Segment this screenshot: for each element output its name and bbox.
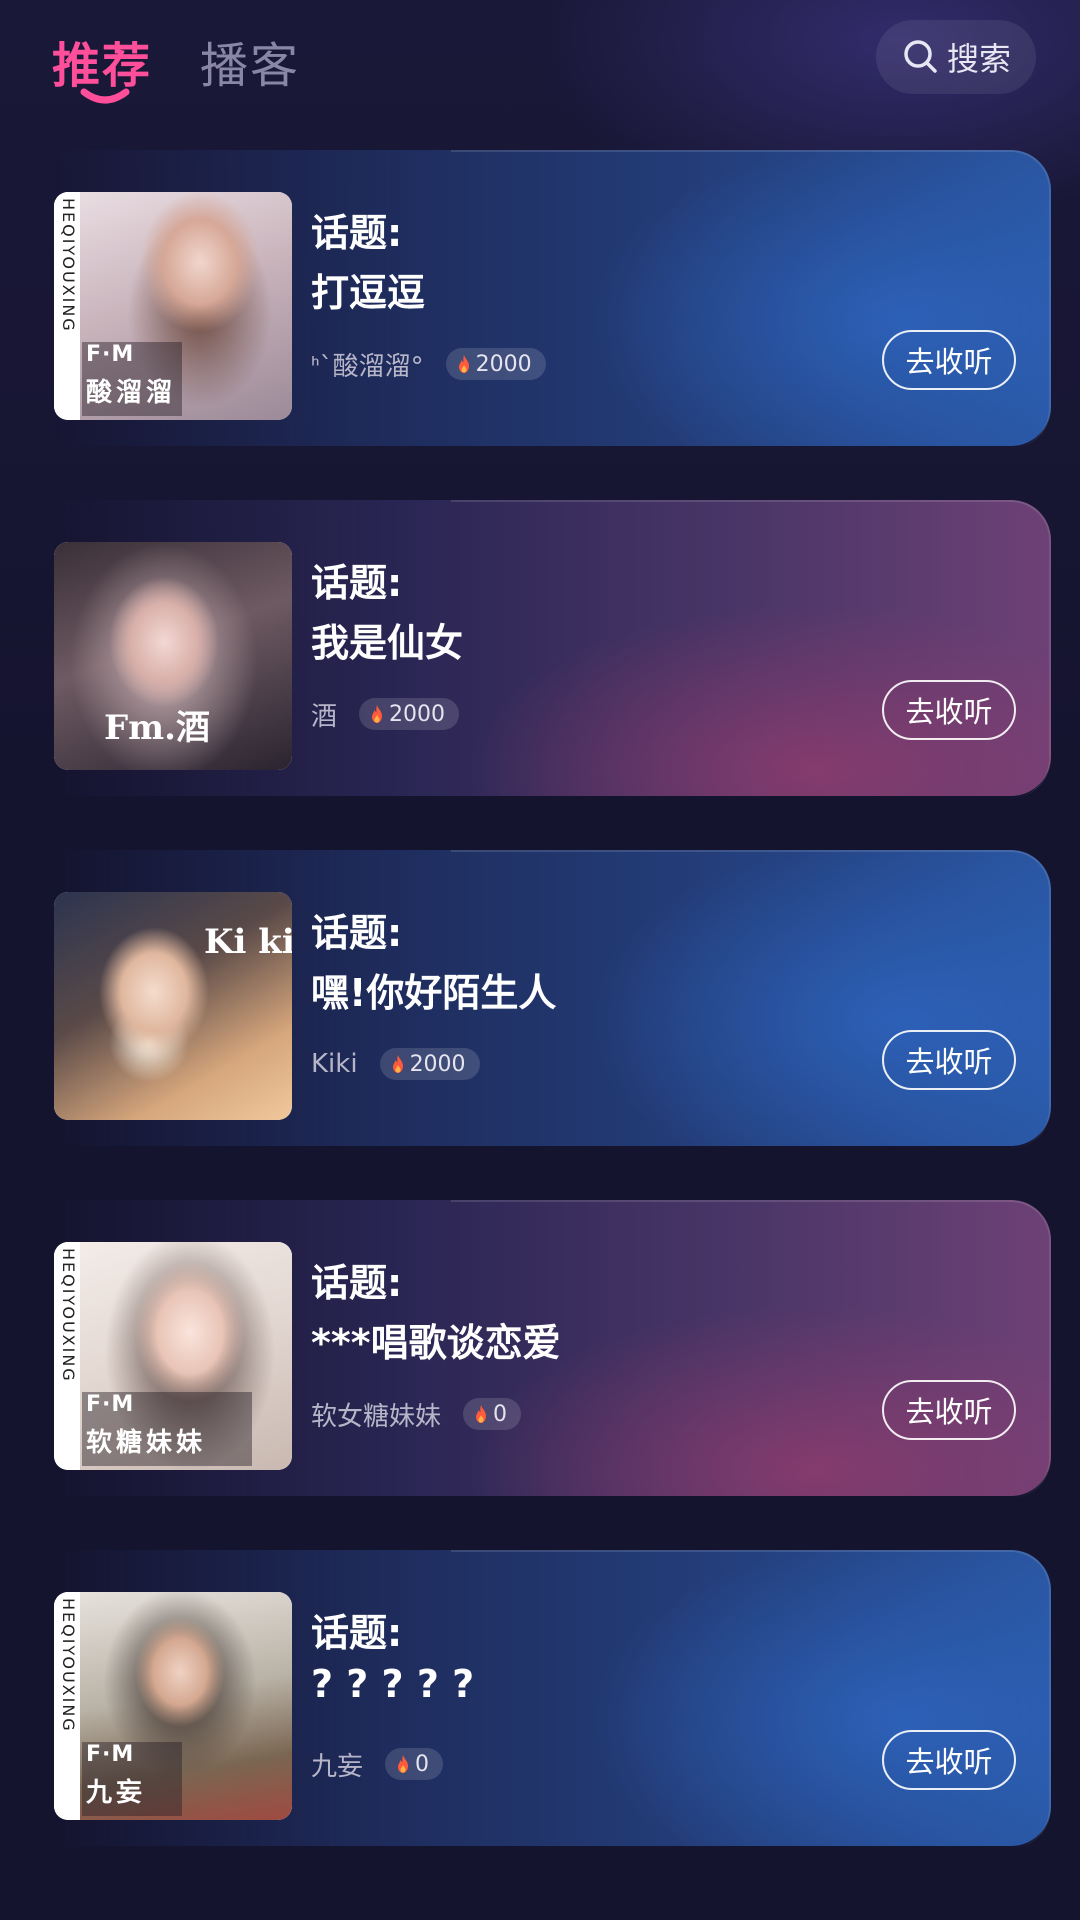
flame-icon: [476, 1405, 487, 1423]
topic-title: 我是仙女: [311, 621, 464, 665]
search-button[interactable]: 搜索: [876, 20, 1036, 94]
card-meta: 酒 2000: [311, 696, 460, 732]
topic-label: 话题:: [311, 561, 403, 605]
cover-side-text: HEQIYOUXING: [59, 1598, 78, 1733]
cover-side-strip: HEQIYOUXING: [54, 1242, 80, 1470]
heat-badge: 2000: [445, 348, 546, 380]
room-cover-image[interactable]: HEQIYOUXING F·M 软糖妹妹: [54, 1242, 292, 1470]
cover-side-strip: HEQIYOUXING: [54, 1592, 80, 1820]
listen-button[interactable]: 去收听: [882, 680, 1016, 740]
room-cover-image[interactable]: Fm.酒: [54, 542, 292, 770]
flame-icon: [392, 1055, 403, 1073]
heat-badge: 2000: [359, 698, 460, 730]
card-meta: 九妄 0: [311, 1746, 444, 1782]
room-card[interactable]: HEQIYOUXING F·M 软糖妹妹 话题: ***唱歌谈恋爱 软女糖妹妹 …: [54, 1200, 1051, 1498]
heat-count: 2000: [409, 1051, 466, 1077]
heat-badge: 0: [463, 1398, 522, 1430]
search-label: 搜索: [946, 40, 1011, 78]
flame-icon: [398, 1755, 409, 1773]
cover-fm-text: Ki ki: [204, 922, 292, 962]
heat-count: 0: [415, 1751, 430, 1777]
heat-badge: 0: [385, 1748, 444, 1780]
card-meta: Kiki 2000: [311, 1046, 480, 1082]
flame-icon: [372, 705, 383, 723]
cover-fm-text: F·M: [86, 342, 135, 367]
cover-fm-text: F·M: [86, 1392, 135, 1417]
cover-fm-label: F·M 软糖妹妹: [82, 1392, 252, 1466]
room-cover-image[interactable]: HEQIYOUXING F·M 酸溜溜: [54, 192, 292, 420]
host-name: Kiki: [311, 1049, 358, 1079]
heat-count: 2000: [475, 351, 532, 377]
listen-button[interactable]: 去收听: [882, 330, 1016, 390]
topic-label: 话题:: [311, 1261, 403, 1305]
listen-button[interactable]: 去收听: [882, 1730, 1016, 1790]
cover-side-text: HEQIYOUXING: [59, 1248, 78, 1383]
card-meta: 软女糖妹妹 0: [311, 1396, 522, 1432]
host-name: 九妄: [311, 1751, 364, 1782]
topic-title: ? ? ? ? ?: [311, 1662, 475, 1706]
room-cover-image[interactable]: Ki ki: [54, 892, 292, 1120]
cover-host-name: 软糖妹妹: [86, 1428, 207, 1458]
host-name: 软女糖妹妹: [311, 1401, 442, 1432]
host-name: 酒: [311, 701, 338, 732]
heat-badge: 2000: [379, 1048, 480, 1080]
cover-side-text: HEQIYOUXING: [59, 198, 78, 333]
topic-label: 话题:: [311, 911, 403, 955]
topic-title: 嘿!你好陌生人: [311, 971, 557, 1015]
heat-count: 0: [493, 1401, 508, 1427]
tab-podcast[interactable]: 播客: [200, 26, 300, 96]
cover-host-name: 九妄: [86, 1778, 147, 1808]
room-card[interactable]: HEQIYOUXING F·M 九妄 话题: ? ? ? ? ? 九妄 0 去收…: [54, 1550, 1051, 1848]
listen-button[interactable]: 去收听: [882, 1030, 1016, 1090]
topic-label: 话题:: [311, 1611, 403, 1655]
topic-title: ***唱歌谈恋爱: [311, 1321, 561, 1365]
heat-count: 2000: [389, 701, 446, 727]
top-tab-bar: 推荐 播客 搜索: [0, 0, 1080, 130]
cover-host-name: 酸溜溜: [86, 378, 177, 408]
cover-fm-text: F·M: [86, 1742, 135, 1767]
room-cover-image[interactable]: HEQIYOUXING F·M 九妄: [54, 1592, 292, 1820]
host-name: ᑋ`酸溜溜°: [311, 351, 424, 382]
room-card[interactable]: Ki ki 话题: 嘿!你好陌生人 Kiki 2000 去收听: [54, 850, 1051, 1148]
room-card[interactable]: Fm.酒 话题: 我是仙女 酒 2000 去收听: [54, 500, 1051, 798]
flame-icon: [458, 355, 469, 373]
cover-fm-label: F·M 酸溜溜: [82, 342, 182, 416]
topic-title: 打逗逗: [311, 271, 426, 315]
room-card[interactable]: HEQIYOUXING F·M 酸溜溜 话题: 打逗逗 ᑋ`酸溜溜° 2000 …: [54, 150, 1051, 448]
page: 推荐 播客 搜索 HEQIYOUXING F·M 酸溜溜 话题: 打逗逗 ᑋ`酸…: [0, 0, 1080, 1920]
active-tab-indicator: [80, 88, 130, 104]
search-icon: [904, 40, 937, 73]
cover-fm-text: Fm.酒: [104, 708, 210, 748]
listen-button[interactable]: 去收听: [882, 1380, 1016, 1440]
cover-fm-label: F·M 九妄: [82, 1742, 182, 1816]
cover-side-strip: HEQIYOUXING: [54, 192, 80, 420]
card-meta: ᑋ`酸溜溜° 2000: [311, 346, 546, 382]
topic-label: 话题:: [311, 211, 403, 255]
